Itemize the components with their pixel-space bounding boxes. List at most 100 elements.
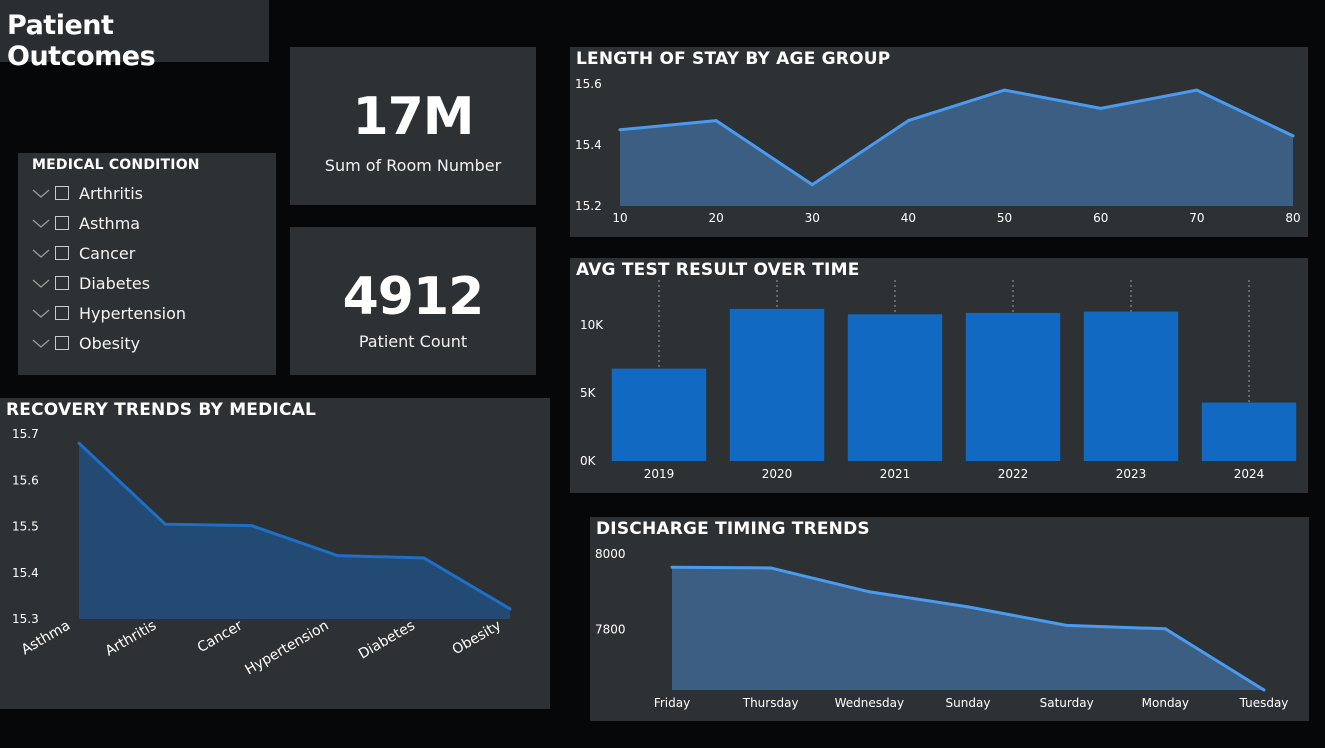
bar <box>965 312 1061 461</box>
series-area <box>620 90 1293 206</box>
chart-avg-test-result[interactable]: AVG TEST RESULT OVER TIME 0K 5K 10K 2019 202… <box>570 258 1308 493</box>
y-tick-label: 8000 <box>595 547 626 561</box>
data-point <box>1291 134 1295 138</box>
chevron-down-icon[interactable] <box>32 276 50 290</box>
data-point <box>336 554 340 558</box>
data-point <box>966 605 970 609</box>
chart-recovery-trends[interactable]: RECOVERY TRENDS BY MEDICAL 15.3 15.4 15.5 1… <box>0 398 550 709</box>
data-point <box>618 128 622 132</box>
chart-length-of-stay[interactable]: LENGTH OF STAY BY AGE GROUP 15.2 15.4 15.6… <box>570 47 1308 237</box>
kpi-card-patients[interactable]: 4912 Patient Count <box>290 227 536 375</box>
slicer-item-label: Asthma <box>79 213 141 233</box>
chart-discharge-timing[interactable]: DISCHARGE TIMING TRENDS 7800 8000 Friday Th… <box>590 517 1309 721</box>
data-point <box>867 590 871 594</box>
x-tick-label: 2020 <box>762 467 793 481</box>
data-point <box>1163 627 1167 631</box>
bar <box>1201 402 1297 461</box>
x-tick-label: Saturday <box>1040 696 1094 710</box>
chart-svg-los: 15.2 15.4 15.6 10 20 30 40 50 60 70 80 <box>575 77 1301 225</box>
slicer-item-label: Cancer <box>79 243 136 263</box>
data-point <box>670 565 674 569</box>
slicer-item-label: Hypertension <box>79 303 187 323</box>
page-title: Patient Outcomes <box>7 10 156 72</box>
data-point <box>1003 88 1007 92</box>
x-tick-label: Diabetes <box>356 618 418 663</box>
x-tick-label: 2022 <box>998 467 1029 481</box>
data-point <box>422 556 426 560</box>
data-point <box>769 566 773 570</box>
slicer-title: MEDICAL CONDITION <box>32 157 200 173</box>
x-tick-label: 30 <box>805 211 820 225</box>
page-title-panel: Patient Outcomes <box>0 0 269 72</box>
chevron-down-icon[interactable] <box>32 306 50 320</box>
y-tick-label: 15.5 <box>12 520 39 534</box>
medical-condition-slicer[interactable]: MEDICAL CONDITION Arthritis Asthma Cancer D… <box>18 153 276 375</box>
x-tick-label: Tuesday <box>1239 696 1289 710</box>
slicer-item-diabetes[interactable]: Diabetes <box>32 272 150 294</box>
data-point <box>249 524 253 528</box>
x-tick-label: 60 <box>1093 211 1108 225</box>
checkbox[interactable] <box>55 336 69 350</box>
series-area <box>672 567 1264 690</box>
checkbox[interactable] <box>55 216 69 230</box>
y-tick-label: 15.2 <box>575 199 602 213</box>
x-tick-label: 2021 <box>880 467 911 481</box>
y-tick-label: 15.6 <box>575 77 602 91</box>
data-point <box>1195 88 1199 92</box>
slicer-item-obesity[interactable]: Obesity <box>32 332 140 354</box>
data-point <box>906 119 910 123</box>
bar <box>611 368 707 461</box>
bar <box>729 308 825 461</box>
x-tick-label: 50 <box>997 211 1012 225</box>
kpi-label-patients: Patient Count <box>358 332 468 351</box>
chevron-down-icon[interactable] <box>32 186 50 200</box>
series-area <box>79 443 510 619</box>
x-tick-label: 70 <box>1189 211 1204 225</box>
y-tick-label: 5K <box>580 386 597 400</box>
slicer-item-label: Arthritis <box>79 183 144 203</box>
x-tick-label: 20 <box>709 211 724 225</box>
slicer-item-arthritis[interactable]: Arthritis <box>32 182 143 204</box>
x-tick-label: Wednesday <box>835 696 904 710</box>
checkbox[interactable] <box>55 246 69 260</box>
data-point <box>508 607 512 611</box>
bar <box>847 314 943 461</box>
kpi-value-room: 17M <box>352 87 474 147</box>
x-tick-label: Thursday <box>742 696 799 710</box>
slicer-item-hypertension[interactable]: Hypertension <box>32 302 186 324</box>
data-point <box>163 522 167 526</box>
data-point <box>1099 106 1103 110</box>
kpi-label-room: Sum of Room Number <box>324 156 502 175</box>
y-tick-label: 7800 <box>595 623 626 637</box>
y-tick-label: 15.6 <box>12 473 39 487</box>
x-tick-label: Hypertension <box>242 618 331 679</box>
checkbox[interactable] <box>55 306 69 320</box>
x-tick-label: Friday <box>654 696 690 710</box>
x-tick-label: 40 <box>901 211 916 225</box>
x-tick-label: Monday <box>1142 696 1189 710</box>
data-point <box>1065 623 1069 627</box>
x-tick-label: Cancer <box>195 617 246 656</box>
x-tick-label: 2019 <box>644 467 675 481</box>
chart-svg-discharge: 7800 8000 Friday Thursday Wednesday Sunday Sat… <box>595 547 1289 710</box>
y-tick-label: 0K <box>580 454 597 468</box>
chart-svg-recovery: 15.315.415.515.615.7Asthma Arthritis Cance… <box>12 427 512 679</box>
checkbox[interactable] <box>55 186 69 200</box>
x-tick-label: Arthritis <box>103 618 160 660</box>
y-tick-label: 15.4 <box>12 566 39 580</box>
kpi-card-room[interactable]: 17M Sum of Room Number <box>290 47 536 205</box>
slicer-item-asthma[interactable]: Asthma <box>32 212 140 234</box>
data-point <box>810 183 814 187</box>
slicer-item-label: Obesity <box>79 333 141 353</box>
kpi-value-patients: 4912 <box>342 267 485 327</box>
chevron-down-icon[interactable] <box>32 246 50 260</box>
slicer-item-label: Diabetes <box>79 273 151 293</box>
data-point <box>77 441 81 445</box>
chevron-down-icon[interactable] <box>32 216 50 230</box>
x-tick-label: Obesity <box>450 618 504 659</box>
y-tick-label: 10K <box>580 318 604 332</box>
chevron-down-icon[interactable] <box>32 336 50 350</box>
checkbox[interactable] <box>55 276 69 290</box>
bar <box>1083 311 1179 461</box>
slicer-item-cancer[interactable]: Cancer <box>32 242 135 264</box>
